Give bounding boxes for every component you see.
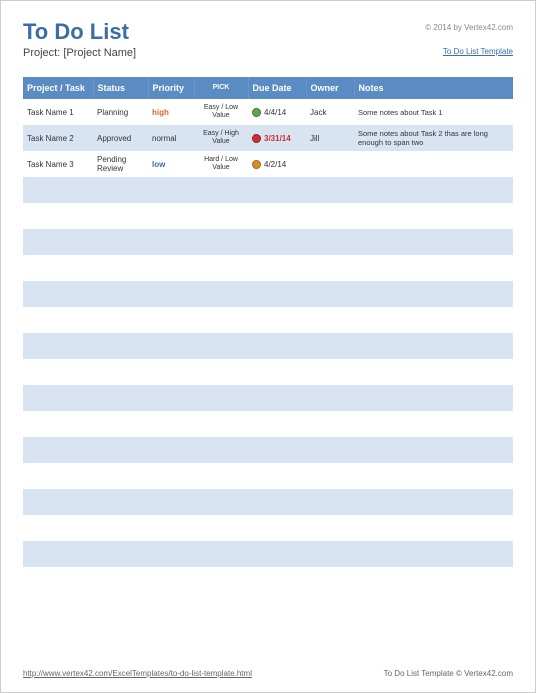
table-row-empty (23, 307, 513, 333)
table-row-empty (23, 203, 513, 229)
table-row: Task Name 3Pending ReviewlowHard / Low V… (23, 151, 513, 177)
table-row-empty (23, 281, 513, 307)
subheader-row: Project: [Project Name] To Do List Templ… (23, 47, 513, 59)
project-label: Project: (23, 47, 60, 59)
table-row: Task Name 1PlanninghighEasy / Low Value 4… (23, 99, 513, 125)
col-header-pick: PICK (194, 77, 248, 99)
cell-priority: low (148, 151, 194, 177)
table-row-empty (23, 515, 513, 541)
due-status-icon (252, 108, 261, 117)
cell-pick: Hard / Low Value (194, 151, 248, 177)
table-row-empty (23, 437, 513, 463)
page-title: To Do List (23, 19, 129, 45)
project-name: [Project Name] (63, 47, 136, 59)
table-body: Task Name 1PlanninghighEasy / Low Value 4… (23, 99, 513, 567)
cell-notes (354, 151, 513, 177)
cell-due: 4/4/14 (248, 99, 306, 125)
col-header-due: Due Date (248, 77, 306, 99)
template-link[interactable]: To Do List Template (443, 47, 513, 56)
table-row-empty (23, 385, 513, 411)
table-row: Task Name 2ApprovednormalEasy / High Val… (23, 125, 513, 151)
table-row-empty (23, 255, 513, 281)
cell-notes: Some notes about Task 1 (354, 99, 513, 125)
col-header-priority: Priority (148, 77, 194, 99)
due-date: 4/2/14 (264, 160, 286, 169)
footer-credit: To Do List Template © Vertex42.com (384, 669, 513, 678)
cell-due: 4/2/14 (248, 151, 306, 177)
table-row-empty (23, 229, 513, 255)
table-row-empty (23, 359, 513, 385)
cell-task: Task Name 2 (23, 125, 93, 151)
footer-url[interactable]: http://www.vertex42.com/ExcelTemplates/t… (23, 669, 252, 678)
document-page: To Do List © 2014 by Vertex42.com Projec… (1, 1, 535, 567)
table-row-empty (23, 541, 513, 567)
due-status-icon (252, 160, 261, 169)
table-header-row: Project / Task Status Priority PICK Due … (23, 77, 513, 99)
table-row-empty (23, 411, 513, 437)
table-row-empty (23, 177, 513, 203)
cell-priority: high (148, 99, 194, 125)
cell-status: Approved (93, 125, 148, 151)
col-header-owner: Owner (306, 77, 354, 99)
cell-status: Pending Review (93, 151, 148, 177)
todo-table-wrap: Project / Task Status Priority PICK Due … (23, 77, 513, 567)
footer: http://www.vertex42.com/ExcelTemplates/t… (23, 669, 513, 678)
due-date: 4/4/14 (264, 108, 286, 117)
col-header-notes: Notes (354, 77, 513, 99)
cell-pick: Easy / Low Value (194, 99, 248, 125)
cell-owner (306, 151, 354, 177)
cell-priority: normal (148, 125, 194, 151)
todo-table: Project / Task Status Priority PICK Due … (23, 77, 513, 567)
cell-due: 3/31/14 (248, 125, 306, 151)
cell-task: Task Name 1 (23, 99, 93, 125)
col-header-task: Project / Task (23, 77, 93, 99)
due-date: 3/31/14 (264, 134, 291, 143)
col-header-status: Status (93, 77, 148, 99)
cell-status: Planning (93, 99, 148, 125)
table-row-empty (23, 489, 513, 515)
copyright-text: © 2014 by Vertex42.com (425, 23, 513, 32)
header-row: To Do List © 2014 by Vertex42.com (23, 19, 513, 45)
table-row-empty (23, 333, 513, 359)
cell-notes: Some notes about Task 2 thas are long en… (354, 125, 513, 151)
due-status-icon (252, 134, 261, 143)
cell-task: Task Name 3 (23, 151, 93, 177)
cell-pick: Easy / High Value (194, 125, 248, 151)
cell-owner: Jack (306, 99, 354, 125)
project-line: Project: [Project Name] (23, 47, 136, 59)
table-row-empty (23, 463, 513, 489)
cell-owner: Jill (306, 125, 354, 151)
